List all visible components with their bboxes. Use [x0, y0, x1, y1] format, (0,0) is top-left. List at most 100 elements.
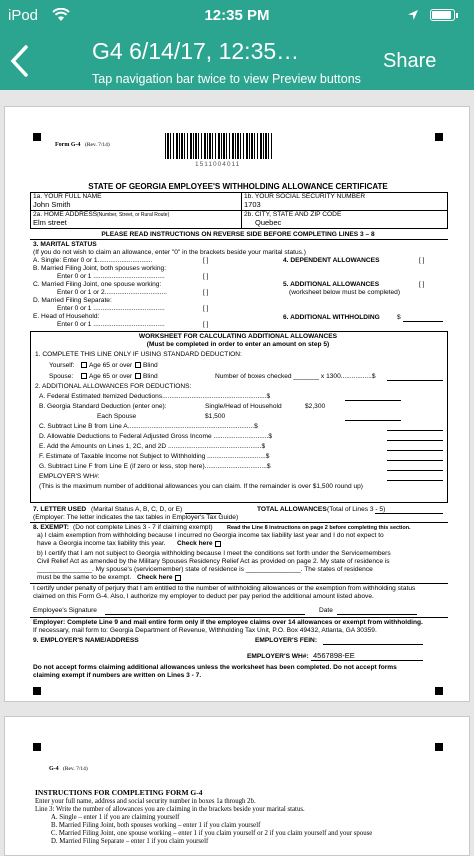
worksheet-b-spouse-amount: $1,500 — [205, 413, 226, 420]
exempt-b-line1: b) I certify that I am not subject to Ge… — [37, 550, 391, 557]
form-revision: (Rev. 7/14) — [85, 142, 110, 148]
bracket-a[interactable]: [ ] — [203, 257, 209, 265]
page2-line-d: B. Married Filing Joint, both spouses wo… — [51, 822, 261, 829]
letter-used-label: 7. LETTER USED — [33, 506, 87, 513]
do-not-accept-2: claiming exempt if numbers are written o… — [33, 672, 202, 679]
bracket-d[interactable]: [ ] — [203, 305, 209, 313]
bracket-b[interactable]: [ ] — [203, 273, 209, 281]
spouse-blind-checkbox[interactable]: Blind — [135, 373, 158, 381]
bracket-e[interactable]: [ ] — [203, 321, 209, 329]
worksheet-g: G. Subtract Line F from Line E (if zero … — [39, 463, 271, 470]
registration-mark — [435, 133, 443, 141]
exempt-label: 8. EXEMPT: — [33, 524, 69, 531]
yourself-blind-checkbox[interactable]: Blind — [135, 362, 158, 370]
exempt-a-check-label: Check here — [177, 540, 213, 547]
worksheet-subtitle: (Must be completed in order to enter an … — [146, 341, 330, 348]
option-c-enter: Enter 0 or 1 or 2.......................… — [57, 289, 167, 296]
exempt-b-line4: must be the same to be exempt. — [37, 574, 132, 581]
worksheet-e: E. Add the Amounts on Lines 1, 2C, and 2… — [39, 443, 266, 450]
option-c-mfj-one: C. Married Filing Joint, one spouse work… — [33, 281, 162, 288]
navigation-hint: Tap navigation bar twice to view Preview… — [92, 72, 361, 86]
page2-line-f: D. Married Filing Separate – enter 1 if … — [51, 838, 209, 845]
exempt-note: (Do not complete Lines 3 - 7 if claiming… — [73, 524, 213, 531]
employer-wh-label: EMPLOYER'S WH#: — [247, 653, 309, 660]
page2-form-revision: (Rev. 7/14) — [63, 766, 88, 772]
boxes-checked-line: Number of boxes checked _______ x 1300..… — [215, 373, 376, 380]
yourself-age-checkbox[interactable]: Age 65 or over — [81, 362, 132, 370]
employee-signature-label: Employee's Signature — [33, 607, 97, 614]
worksheet-line-1: 1. COMPLETE THIS LINE ONLY IF USING STAN… — [35, 351, 242, 358]
option-d-enter: Enter 0 or 1 ...........................… — [57, 305, 165, 312]
employer-name-label: 9. EMPLOYER'S NAME/ADDRESS — [33, 637, 139, 644]
battery-icon — [430, 9, 455, 21]
do-not-accept-1: Do not accept forms claiming additional … — [33, 664, 397, 671]
total-allowances-label: TOTAL ALLOWANCES — [257, 506, 327, 513]
back-chevron-icon[interactable] — [8, 44, 30, 78]
employer-instructions-1: Employer: Complete Line 9 and mail entir… — [33, 619, 423, 626]
exempt-b-line3: _______________. My spouse's (servicemem… — [37, 566, 373, 573]
label-ssn: 1b. YOUR SOCIAL SECURITY NUMBER — [244, 193, 366, 200]
home-address-field[interactable]: Elm street — [33, 219, 67, 227]
page2-line-e: C. Married Filing Joint, one spouse work… — [51, 830, 373, 837]
dollar-sign: $ — [397, 314, 401, 321]
page2-line-c: A. Single – enter 1 if you are claiming … — [51, 814, 180, 821]
employer-wh-field[interactable]: 4567898-EE — [313, 652, 355, 660]
additional-withholding-label: 6. ADDITIONAL WITHHOLDING — [283, 314, 380, 321]
form-title: STATE OF GEORGIA EMPLOYEE'S WITHHOLDING … — [88, 182, 388, 191]
option-a-single: A. Single: Enter 0 or 1.................… — [33, 257, 153, 264]
worksheet-f: F. Estimate of Taxable Income not Subjec… — [39, 453, 270, 460]
document-page-1: Form G-4 (Rev. 7/14) 1511004011 STATE OF… — [4, 106, 470, 702]
marital-status-note: (If you do not wish to claim an allowanc… — [33, 249, 306, 256]
exempt-b-line2: Civil Relief Act as amended by the Milit… — [37, 558, 390, 565]
spouse-age-checkbox[interactable]: Age 65 or over — [81, 373, 132, 381]
letter-used-note: (Marital Status A, B, C, D, or E) — [91, 506, 183, 513]
worksheet-line-2: 2. ADDITIONAL ALLOWANCES FOR DEDUCTIONS: — [35, 383, 192, 390]
additional-allowances-note: (worksheet below must be completed) — [289, 289, 401, 296]
read-instructions: PLEASE READ INSTRUCTIONS ON REVERSE SIDE… — [101, 231, 375, 238]
date-label: Date — [319, 607, 333, 614]
barcode-number: 1511004011 — [195, 161, 241, 168]
exempt-a-checkbox[interactable] — [215, 541, 221, 547]
certify-line1: I certify under penalty of perjury that … — [33, 585, 416, 592]
exempt-b-checkbox[interactable] — [175, 575, 181, 581]
bracket-c[interactable]: [ ] — [203, 289, 209, 297]
additional-allowances-label: 5. ADDITIONAL ALLOWANCES — [283, 281, 380, 288]
letter-employer-note: (Employer: The letter indicates the tax … — [33, 514, 239, 521]
exempt-a-line2: have a Georgia income tax liability this… — [37, 540, 166, 547]
worksheet-b-single: Single/Head of Household — [205, 403, 282, 410]
label-address-note: (Number, Street, or Rural Route) — [97, 212, 170, 218]
share-button[interactable]: Share — [383, 50, 436, 73]
employer-instructions-2: If necessary, mail form to: Georgia Depa… — [33, 627, 377, 634]
worksheet-b-spouse: Each Spouse — [97, 413, 137, 420]
worksheet-h: EMPLOYER'S WH#: — [39, 473, 100, 480]
bracket-additional[interactable]: [ ] — [419, 281, 425, 289]
barcode — [165, 133, 273, 159]
exempt-a-line1: a) I claim exemption from withholding be… — [37, 532, 384, 539]
worksheet-title: WORKSHEET FOR CALCULATING ADDITIONAL ALL… — [138, 333, 338, 340]
registration-mark — [33, 133, 41, 141]
city-state-zip-field[interactable]: Quebec — [255, 219, 281, 227]
bracket-dependent[interactable]: [ ] — [419, 257, 425, 265]
page2-line-b: Line 3: Write the number of allowances y… — [35, 806, 305, 813]
document-title: G4 6/14/17, 12:35… — [92, 38, 300, 64]
full-name-field[interactable]: John Smith — [33, 201, 71, 209]
worksheet-max-note: (This is the maximum number of additiona… — [39, 483, 363, 490]
marital-status-heading: 3. MARITAL STATUS — [33, 241, 97, 248]
location-arrow-icon — [408, 10, 418, 20]
option-b-enter: Enter 0 or 1 ...........................… — [57, 273, 165, 280]
option-d-mfs: D. Married Filing Separate: — [33, 297, 112, 304]
registration-mark — [435, 687, 443, 695]
certify-line2: claimed on this Form G-4. Also, I author… — [33, 593, 374, 600]
spouse-label: Spouse: — [49, 373, 74, 380]
clock: 12:35 PM — [204, 7, 270, 24]
worksheet-c: C. Subtract Line B from Line A..........… — [39, 423, 258, 430]
registration-mark — [435, 743, 443, 751]
option-e-hoh: E. Head of Household: — [33, 313, 100, 320]
worksheet-a: A. Federal Estimated Itemized Deductions… — [39, 393, 271, 400]
ssn-field[interactable]: 1703 — [244, 201, 261, 209]
dependent-allowances-label: 4. DEPENDENT ALLOWANCES — [283, 257, 380, 264]
navigation-bar[interactable]: G4 6/14/17, 12:35… Tap navigation bar tw… — [0, 32, 474, 90]
exempt-b-check-label: Check here — [137, 574, 173, 581]
yourself-label: Yourself: — [49, 362, 75, 369]
worksheet-d: D. Allowable Deductions to Federal Adjus… — [39, 433, 273, 440]
